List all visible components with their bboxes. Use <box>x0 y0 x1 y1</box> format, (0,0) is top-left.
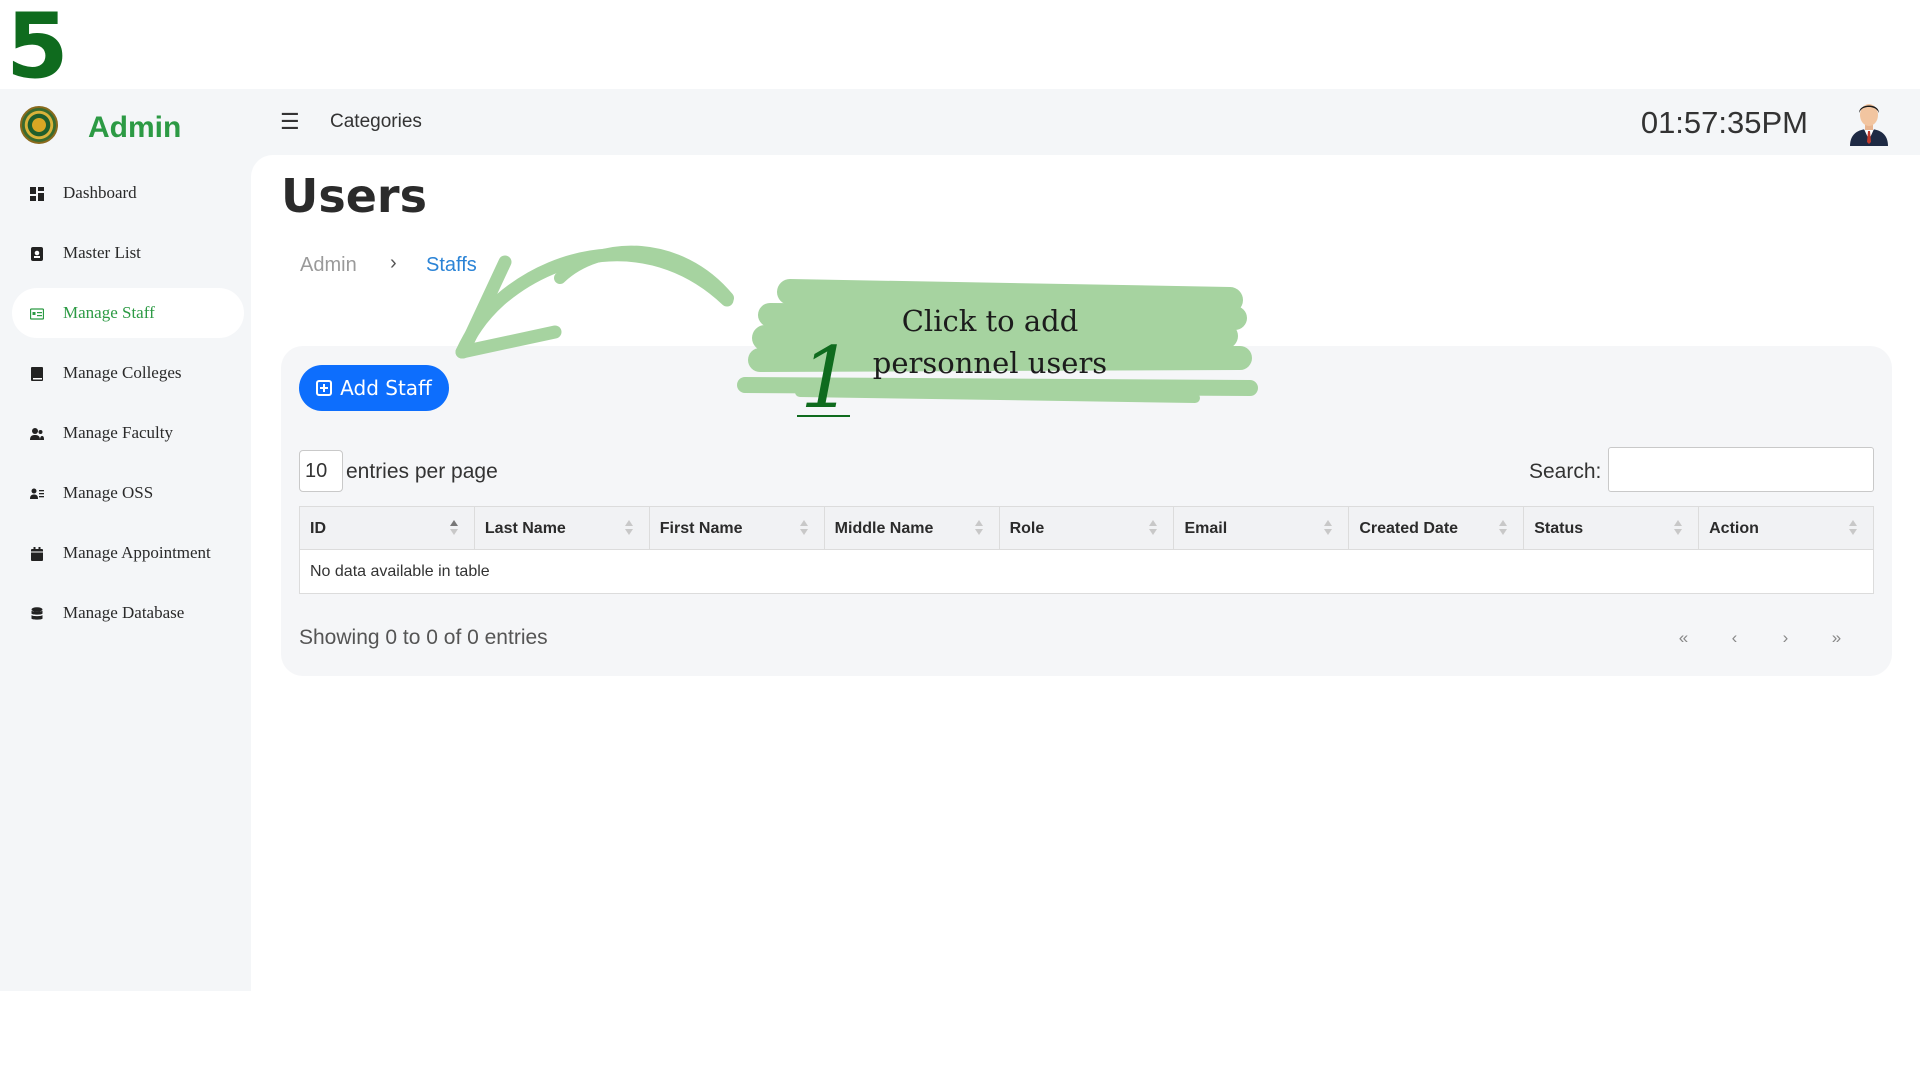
search-input[interactable] <box>1608 447 1874 492</box>
sidebar-item-label: Manage Staff <box>63 303 155 322</box>
brand-title: Admin <box>88 111 182 144</box>
pagination: « ‹ › » <box>1658 628 1862 648</box>
database-icon <box>30 606 44 620</box>
sort-icon <box>624 520 633 538</box>
previous-page-button[interactable]: ‹ <box>1709 628 1760 648</box>
staff-table: ID Last Name First Name Middle Name Role… <box>299 506 1874 594</box>
top-bar: Admin ☰ Categories 01:57:35PM <box>0 89 1920 155</box>
column-header-status[interactable]: Status <box>1524 507 1700 549</box>
add-staff-label: Add Staff <box>340 376 432 400</box>
sidebar-item-label: Dashboard <box>63 183 137 202</box>
sidebar-item-label: Manage Database <box>63 603 185 622</box>
column-header-id[interactable]: ID <box>300 507 475 549</box>
app-window: Admin ☰ Categories 01:57:35PM Dashboard … <box>0 89 1920 991</box>
search-label: Search: <box>1529 460 1602 483</box>
sidebar-item-label: Manage OSS <box>63 483 154 502</box>
sidebar-item-dashboard[interactable]: Dashboard <box>12 168 244 218</box>
column-header-email[interactable]: Email <box>1174 507 1350 549</box>
clock: 01:57:35PM <box>1640 105 1808 140</box>
sort-icon <box>974 520 983 538</box>
step-number: 5 <box>6 0 69 99</box>
column-header-last-name[interactable]: Last Name <box>475 507 650 549</box>
column-header-role[interactable]: Role <box>1000 507 1175 549</box>
sort-icon <box>1674 520 1683 538</box>
column-header-action[interactable]: Action <box>1699 507 1873 549</box>
sidebar-item-label: Manage Faculty <box>63 423 173 442</box>
sort-icon <box>1499 520 1508 538</box>
user-list-icon <box>30 486 44 500</box>
column-header-first-name[interactable]: First Name <box>650 507 825 549</box>
sort-icon <box>1149 520 1158 538</box>
showing-entries-text: Showing 0 to 0 of 0 entries <box>299 626 548 649</box>
calendar-icon <box>30 546 44 561</box>
breadcrumb-separator-icon: › <box>390 252 397 274</box>
breadcrumb-admin[interactable]: Admin <box>300 254 357 277</box>
menu-toggle-icon[interactable]: ☰ <box>280 109 300 135</box>
sidebar-item-label: Manage Appointment <box>63 543 211 562</box>
empty-table-message: No data available in table <box>310 563 490 580</box>
page-title: Users <box>281 169 427 223</box>
dashboard-icon <box>30 186 44 201</box>
first-page-button[interactable]: « <box>1658 628 1709 648</box>
sidebar-item-manage-colleges[interactable]: Manage Colleges <box>12 348 244 398</box>
table-header: ID Last Name First Name Middle Name Role… <box>300 507 1873 550</box>
contact-card-icon <box>30 246 44 261</box>
sidebar-item-master-list[interactable]: Master List <box>12 228 244 278</box>
sort-icon <box>1849 520 1858 538</box>
id-card-icon <box>29 306 45 320</box>
sidebar-item-manage-database[interactable]: Manage Database <box>12 588 244 638</box>
breadcrumb-current: Staffs <box>426 254 477 276</box>
logo-icon <box>20 106 58 144</box>
sidebar-item-label: Master List <box>63 243 141 262</box>
last-page-button[interactable]: » <box>1811 628 1862 648</box>
add-staff-button[interactable]: Add Staff <box>299 365 449 411</box>
entries-per-page-label: entries per page <box>346 460 498 483</box>
sidebar-item-manage-appointment[interactable]: Manage Appointment <box>12 528 244 578</box>
sort-icon <box>799 520 808 538</box>
sidebar-item-manage-faculty[interactable]: Manage Faculty <box>12 408 244 458</box>
sidebar-item-manage-oss[interactable]: Manage OSS <box>12 468 244 518</box>
avatar[interactable] <box>1846 98 1892 146</box>
column-header-created-date[interactable]: Created Date <box>1349 507 1525 549</box>
staff-table-card: Add Staff 10 entries per page Search: ID… <box>281 346 1892 676</box>
categories-label[interactable]: Categories <box>330 111 422 133</box>
sort-icon <box>449 520 458 538</box>
add-box-icon <box>316 380 333 396</box>
sidebar-item-manage-staff[interactable]: Manage Staff <box>12 288 244 338</box>
sidebar-item-label: Manage Colleges <box>63 363 182 382</box>
users-icon <box>30 426 44 440</box>
sort-icon <box>1324 520 1333 538</box>
next-page-button[interactable]: › <box>1760 628 1811 648</box>
book-icon <box>30 366 44 381</box>
column-header-middle-name[interactable]: Middle Name <box>825 507 1000 549</box>
sidebar: Dashboard Master List Manage Staff Manag… <box>0 155 250 991</box>
main-content: Users Admin › Staffs Add Staff 10 entrie… <box>251 155 1920 991</box>
entries-per-page-select[interactable]: 10 <box>299 450 343 492</box>
